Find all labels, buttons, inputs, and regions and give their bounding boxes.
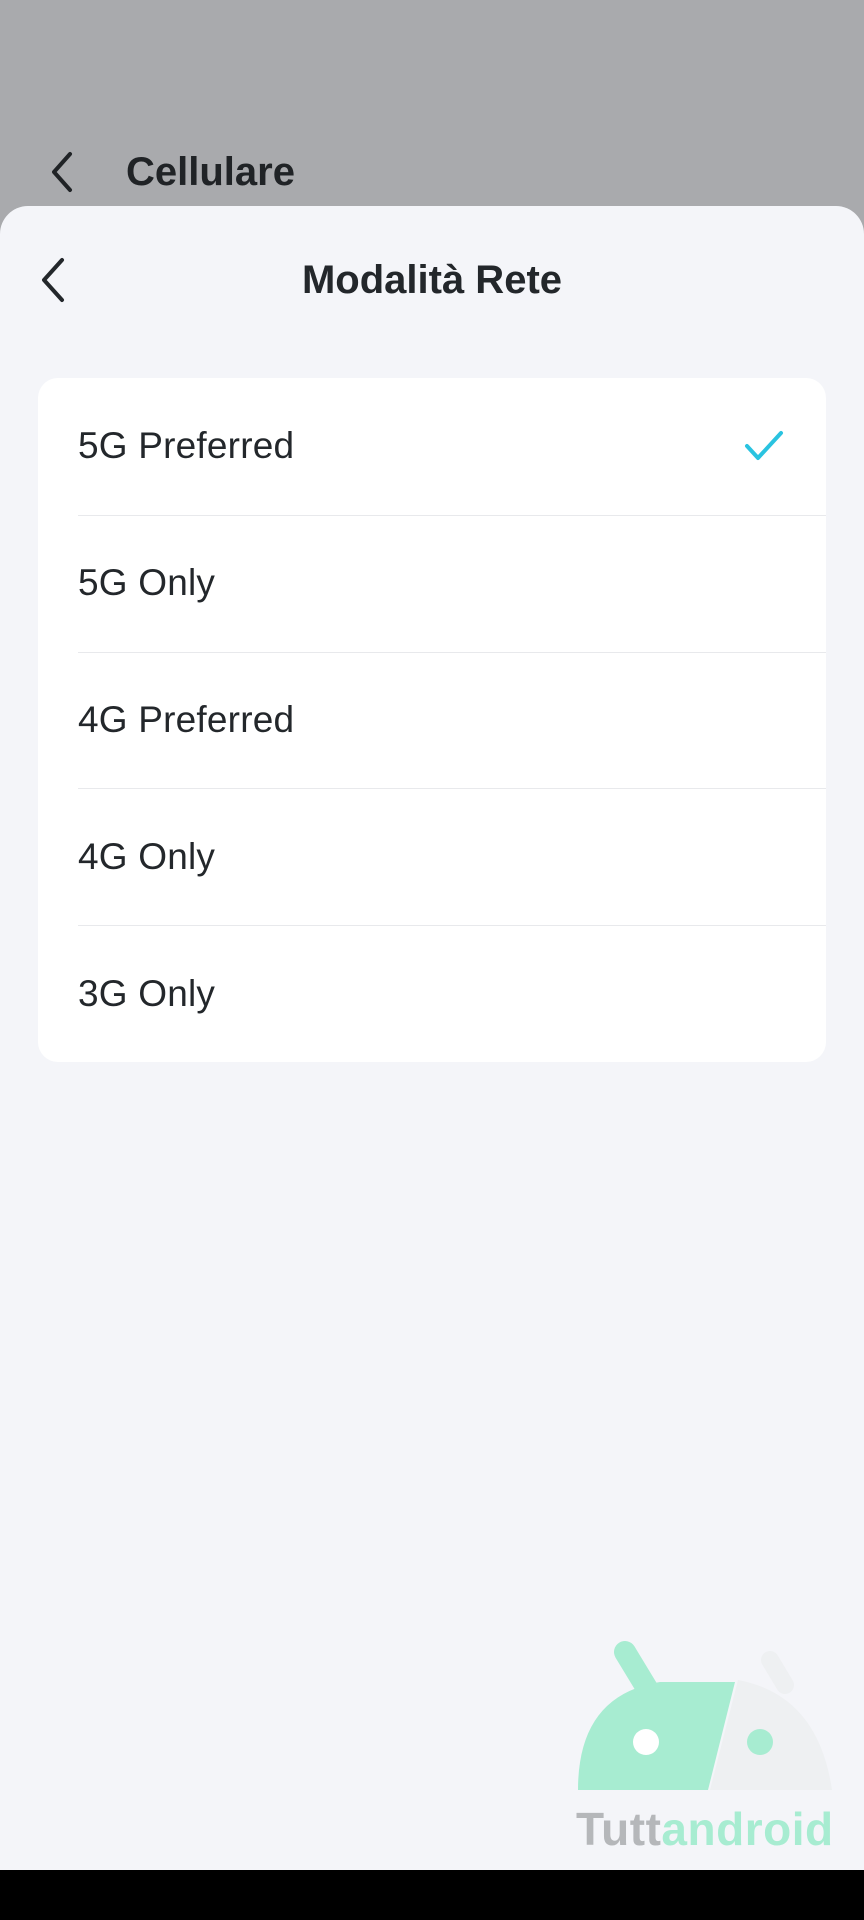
watermark-text: Tuttandroid (576, 1804, 834, 1854)
option-3g-only[interactable]: 3G Only (38, 925, 826, 1062)
option-label: 3G Only (78, 972, 216, 1014)
option-4g-only[interactable]: 4G Only (38, 788, 826, 925)
android-robot-icon (578, 1641, 832, 1790)
underlying-page-title: Cellulare (126, 150, 295, 194)
sheet-back-button[interactable] (32, 250, 80, 310)
option-label: 5G Preferred (78, 425, 295, 467)
network-mode-sheet: Modalità Rete 5G Preferred 5G Only 4G Pr… (0, 206, 864, 1870)
option-label: 5G Only (78, 562, 216, 604)
underlying-header: Cellulare (0, 0, 864, 210)
option-4g-preferred[interactable]: 4G Preferred (38, 651, 826, 789)
watermark-logo: Tuttandroid (570, 1640, 840, 1855)
watermark-text-part2: android (661, 1803, 834, 1855)
option-label: 4G Only (78, 835, 216, 877)
network-mode-list: 5G Preferred 5G Only 4G Preferred 4G Onl… (38, 378, 826, 1062)
underlying-back-button[interactable] (40, 148, 88, 196)
sheet-title: Modalità Rete (301, 258, 563, 302)
chevron-left-icon (42, 258, 64, 302)
chevron-left-icon (52, 152, 72, 192)
option-5g-only[interactable]: 5G Only (38, 514, 826, 652)
system-navigation-bar (0, 1870, 864, 1920)
checkmark-icon (745, 431, 783, 461)
option-label: 4G Preferred (78, 698, 295, 740)
watermark-text-part1: Tutt (576, 1803, 662, 1855)
screen: Cellulare Modalità Rete 5G Preferred 5G … (0, 0, 864, 1920)
option-5g-preferred[interactable]: 5G Preferred (38, 378, 826, 515)
